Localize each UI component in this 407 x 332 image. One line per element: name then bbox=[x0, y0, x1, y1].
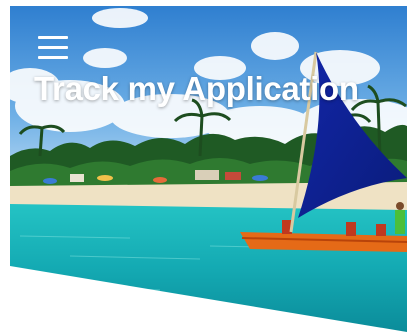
page-title: Track my Application bbox=[34, 70, 359, 107]
hamburger-menu-icon[interactable] bbox=[38, 36, 70, 62]
hero-banner: Track my Application bbox=[10, 6, 407, 332]
